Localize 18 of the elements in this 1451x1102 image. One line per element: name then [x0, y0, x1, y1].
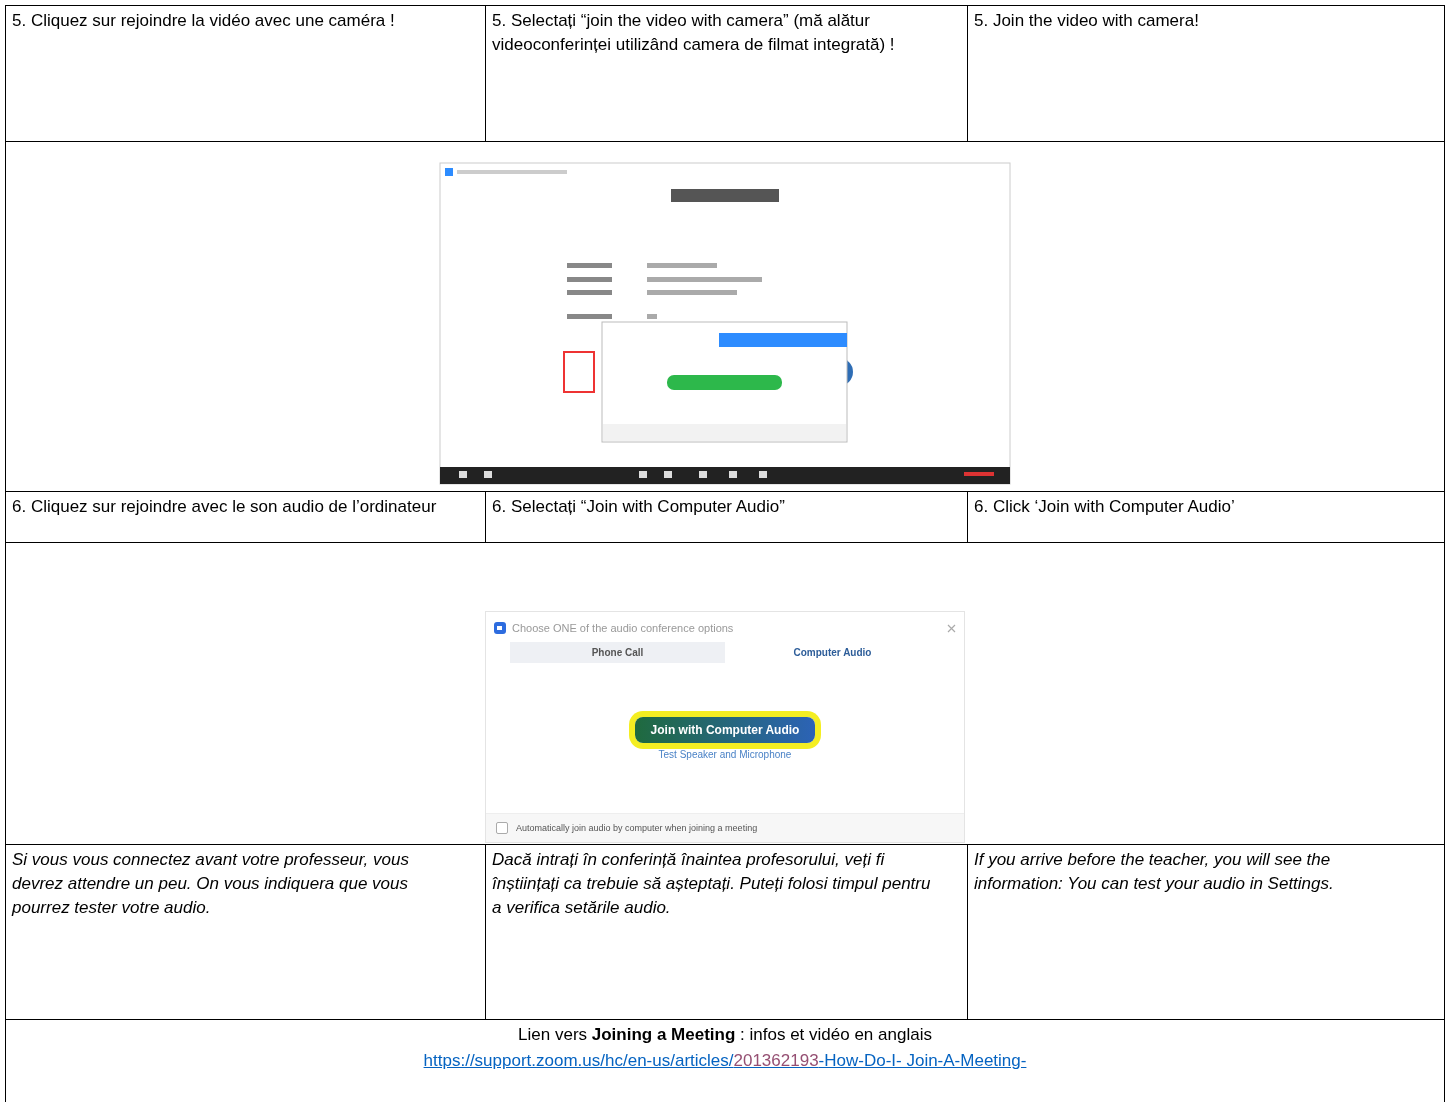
test-speaker-link[interactable]: Test Speaker and Microphone [658, 748, 792, 760]
dialog-title: Choose ONE of the audio conference options [512, 622, 735, 634]
close-icon[interactable] [947, 623, 956, 633]
step-text: 5. Selectați “join the video with camera” (mă alătur videoconferinței utilizând camera de filmat integrată) ! [486, 6, 968, 142]
step-text: 6. Click ‘Join with Computer Audio’ [968, 492, 1445, 543]
note-text: If you arrive before the teacher, you will see the information: You can test your audio in Settings. [968, 845, 1445, 1020]
step-text: 5. Cliquez sur rejoindre la vidéo avec une caméra ! [6, 6, 486, 142]
checkbox-label: Automatically join audio by computer when joining a meeting [516, 823, 758, 833]
step-text: 6. Selectați “Join with Computer Audio” [486, 492, 968, 543]
camera-icon [494, 622, 506, 634]
note-text: Dacă intrați în conferință înaintea profesorului, veți fi înștiințați ca trebuie să așteptați. Puteți folosi timpul pentru a verifica setările audio. [486, 845, 968, 1020]
checkbox[interactable] [496, 822, 508, 834]
step-text: 5. Join the video with camera! [968, 6, 1445, 142]
footer-text: Lien vers Joining a Meeting : infos et vidéo en anglais [518, 1024, 932, 1046]
step-text: 6. Cliquez sur rejoindre avec le son audio de l’ordinateur [6, 492, 486, 543]
note-text: Si vous vous connectez avant votre professeur, vous devrez attendre un peu. On vous indiquera que vous pourrez tester votre audio. [6, 845, 486, 1020]
article-link[interactable]: https://support.zoom.us/hc/en-us/articles/201362193-How-Do-I- Join-A-Meeting- [423, 1048, 1027, 1074]
dialog-tab[interactable]: Computer Audio [725, 642, 940, 663]
